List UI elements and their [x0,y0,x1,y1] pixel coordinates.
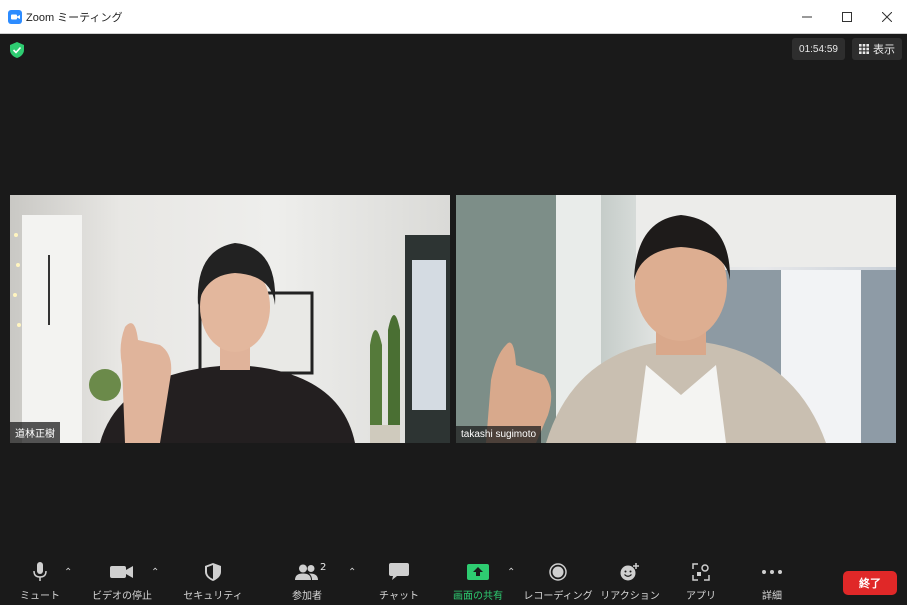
view-label: 表示 [873,43,895,56]
video-camera-icon [108,561,136,583]
video-options-chevron-icon[interactable]: ⌃ [151,567,159,578]
apps-button[interactable]: アプリ [681,561,721,603]
share-options-chevron-icon[interactable]: ⌃ [507,567,515,578]
end-meeting-button[interactable]: 終了 [843,571,897,595]
view-button[interactable]: 表示 [852,38,902,60]
zoom-logo-icon [8,9,22,24]
more-dots-icon [758,561,786,583]
participant-name-label: 道林正樹 [10,422,60,443]
share-screen-button[interactable]: 画面の共有 [448,561,508,603]
window-controls [787,0,907,34]
more-button[interactable]: 詳細 [752,561,792,603]
video-tile-participant-2[interactable]: takashi sugimoto [456,195,896,443]
microphone-icon [26,561,54,583]
record-icon [544,561,572,583]
meeting-timer: 01:54:59 [792,38,845,60]
title-bar: Zoom ミーティング [0,0,907,34]
chat-button[interactable]: チャット [379,561,419,603]
share-screen-icon [464,561,492,583]
participants-options-chevron-icon[interactable]: ⌃ [348,567,356,578]
participant-name-label: takashi sugimoto [456,426,542,443]
participant-1-video [13,215,450,443]
grid-icon [859,44,869,54]
security-shield-icon[interactable] [10,42,24,58]
window-title: Zoom ミーティング [26,11,123,24]
stop-video-button[interactable]: ビデオの停止 [88,561,156,603]
smiley-plus-icon [616,561,644,583]
participant-2-video [456,195,896,443]
minimize-button[interactable] [787,0,827,34]
security-shield-icon [199,561,227,583]
mute-button[interactable]: ミュート [20,561,60,603]
mute-options-chevron-icon[interactable]: ⌃ [64,567,72,578]
record-button[interactable]: レコーディング [523,561,593,603]
apps-icon [687,561,715,583]
reactions-button[interactable]: リアクション [600,561,660,603]
participants-icon [293,561,321,583]
security-button[interactable]: セキュリティ [183,561,243,603]
participants-count-badge: 2 [320,562,327,573]
meeting-area: 01:54:59 表示 道林正樹 takashi sugimoto [0,34,907,555]
meeting-toolbar: ミュート ⌃ ビデオの停止 ⌃ セキュリティ 参加者 2 ⌃ チャット 画面の共… [0,555,907,605]
chat-bubble-icon [385,561,413,583]
maximize-button[interactable] [827,0,867,34]
video-tile-participant-1[interactable]: 道林正樹 [10,195,450,443]
close-button[interactable] [867,0,907,34]
